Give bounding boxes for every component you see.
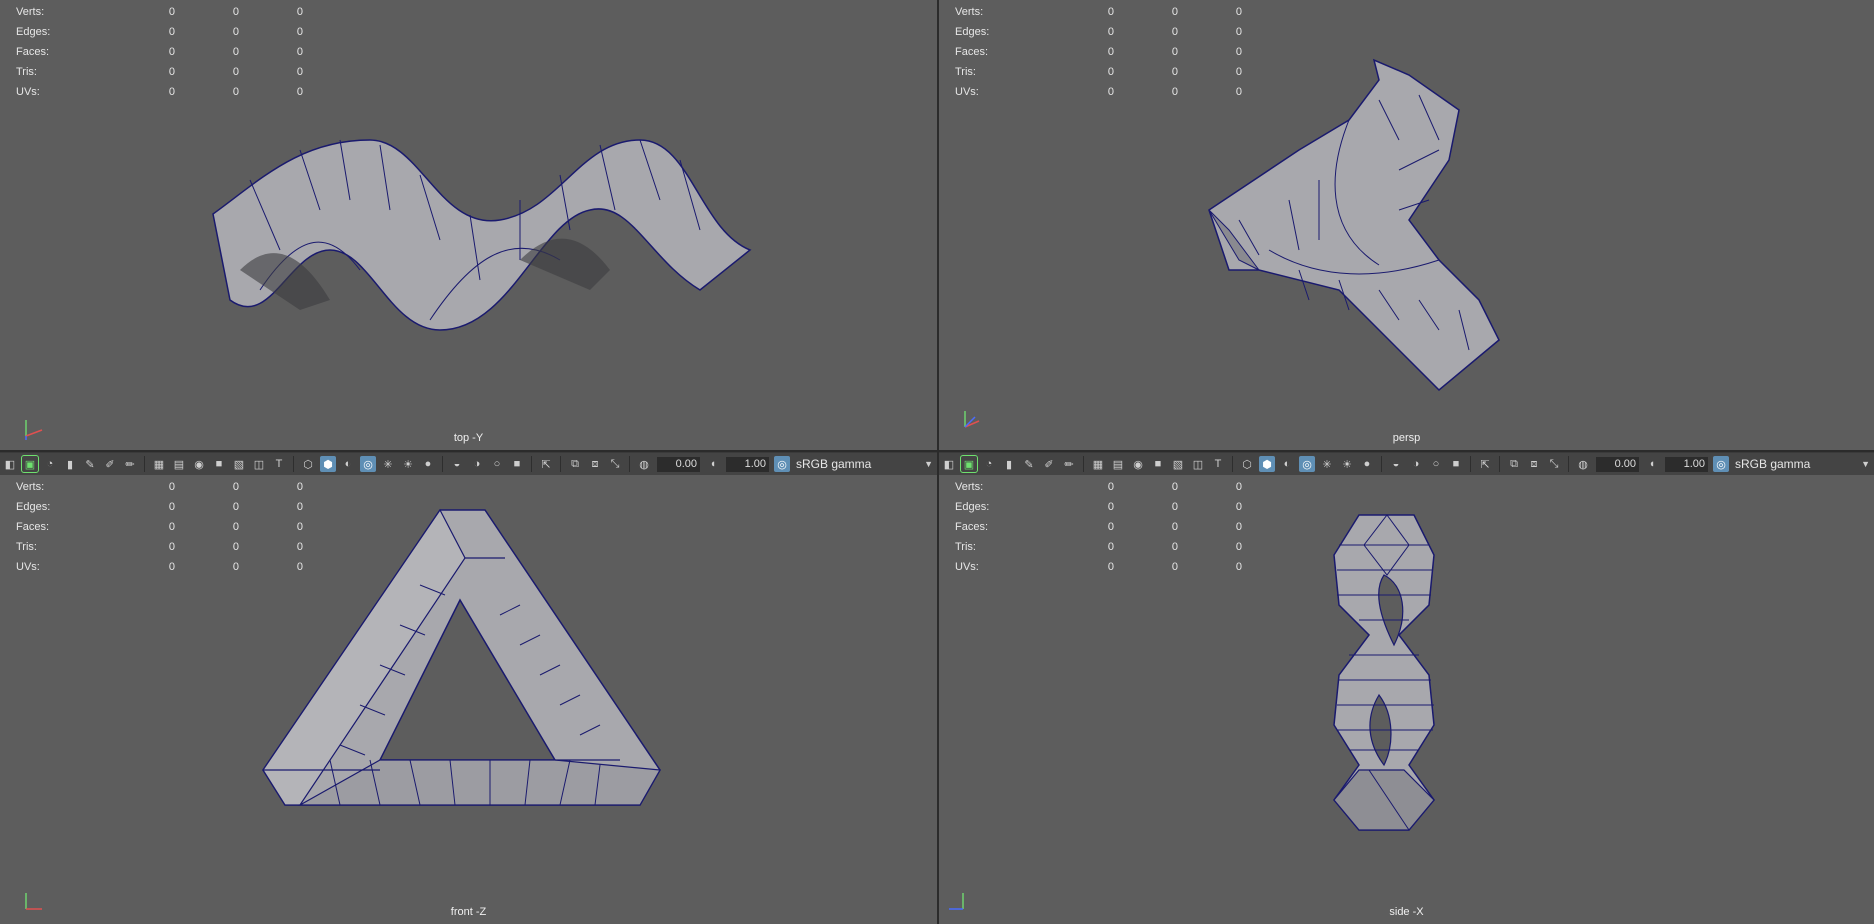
exposure-field[interactable]: 0.00 <box>657 456 700 472</box>
camera-name-label: front -Z <box>450 906 487 918</box>
viewport-toolbar-right: ◧ ▣ ◔ ▮ ✎ ✐ ✏ ▦ ▤ ◉ ■ ▧ ◫ T ⬡ ⬢ ◐ ◎ ✳ ☀ … <box>939 452 1874 476</box>
wireframe-on-shaded-icon[interactable]: ◎ <box>1299 456 1315 472</box>
gamma-icon[interactable]: ◖ <box>705 456 721 472</box>
pen-icon[interactable]: ✎ <box>82 456 98 472</box>
colorspace-dropdown[interactable]: sRGB gamma <box>1735 457 1861 471</box>
frame-icon[interactable]: ⤡ <box>607 456 623 472</box>
lighting-icon[interactable]: ☀ <box>1339 456 1355 472</box>
isolate-select-icon[interactable]: ⇱ <box>538 456 554 472</box>
camera-name-label: top -Y <box>453 432 484 444</box>
anti-aliasing-icon[interactable]: ○ <box>489 456 505 472</box>
bookmark-icon[interactable]: ▮ <box>1001 456 1017 472</box>
colorspace-icon[interactable]: ◎ <box>774 456 790 472</box>
shadows-icon[interactable]: ● <box>1359 456 1375 472</box>
viewport-side[interactable]: Verts: 0 0 0 Edges: 0 0 0 Faces: 0 0 0 Tris: 0 0 0 U… <box>939 475 1874 924</box>
brush-icon[interactable]: ✐ <box>102 456 118 472</box>
viewport-toolbar-left: ◧ ▣ ◔ ▮ ✎ ✐ ✏ ▦ ▤ ◉ ■ ▧ ◫ T ⬡ ⬢ ◐ ◎ ✳ ☀ … <box>0 452 937 476</box>
xray-joints-icon[interactable]: ⧉ <box>1506 456 1522 472</box>
bookmark-icon[interactable]: ▮ <box>62 456 78 472</box>
exposure-icon[interactable]: ◍ <box>636 456 652 472</box>
shadows-icon[interactable]: ● <box>420 456 436 472</box>
shaded-icon[interactable]: ⬢ <box>1259 456 1275 472</box>
ambient-occlusion-icon[interactable]: ◒ <box>449 456 465 472</box>
camera-icon[interactable]: ◧ <box>941 456 957 472</box>
isolate-select-icon[interactable]: ⇱ <box>1477 456 1493 472</box>
xray-icon[interactable]: ✳ <box>380 456 396 472</box>
shaded-icon[interactable]: ⬢ <box>320 456 336 472</box>
viewport-persp[interactable]: Verts: 0 0 0 Edges: 0 0 0 Faces: 0 0 0 Tris: 0 0 0 U… <box>939 0 1874 450</box>
xray-active-icon[interactable]: ⧈ <box>1526 456 1542 472</box>
xray-icon[interactable]: ✳ <box>1319 456 1335 472</box>
resolution-gate-icon[interactable]: ◉ <box>191 456 207 472</box>
lighting-icon[interactable]: ☀ <box>400 456 416 472</box>
exposure-icon[interactable]: ◍ <box>1575 456 1591 472</box>
twisted-figure-eight-mesh[interactable] <box>939 475 1874 924</box>
viewport-top[interactable]: Verts: 0 0 0 Edges: 0 0 0 Faces: 0 0 0 Tris: 0 0 0 U… <box>0 0 937 450</box>
twisted-loop-mesh[interactable] <box>939 0 1874 450</box>
brush-icon[interactable]: ✐ <box>1041 456 1057 472</box>
gate-mask-icon[interactable]: ■ <box>211 456 227 472</box>
safe-title-icon[interactable]: T <box>271 456 287 472</box>
xray-active-icon[interactable]: ⧈ <box>587 456 603 472</box>
wireframe-on-shaded-icon[interactable]: ◎ <box>360 456 376 472</box>
resolution-gate-icon[interactable]: ◉ <box>1130 456 1146 472</box>
textured-icon[interactable]: ◐ <box>340 456 356 472</box>
textured-icon[interactable]: ◐ <box>1279 456 1295 472</box>
camera-name-label: side -X <box>1389 906 1424 918</box>
depth-of-field-icon[interactable]: ■ <box>509 456 525 472</box>
penrose-triangle-mesh[interactable] <box>0 475 937 924</box>
pencil-icon[interactable]: ✏ <box>122 456 138 472</box>
field-chart-icon[interactable]: ▧ <box>1170 456 1186 472</box>
colorspace-dropdown[interactable]: sRGB gamma <box>796 457 924 471</box>
field-chart-icon[interactable]: ▧ <box>231 456 247 472</box>
safe-action-icon[interactable]: ◫ <box>1190 456 1206 472</box>
grid-icon[interactable]: ▦ <box>151 456 167 472</box>
camera-icon[interactable]: ◧ <box>2 456 18 472</box>
frame-icon[interactable]: ⤡ <box>1546 456 1562 472</box>
lock-camera-icon[interactable]: ◔ <box>42 456 58 472</box>
select-camera-icon[interactable]: ▣ <box>21 455 39 473</box>
lock-camera-icon[interactable]: ◔ <box>981 456 997 472</box>
viewport-front[interactable]: Verts: 0 0 0 Edges: 0 0 0 Faces: 0 0 0 Tris: 0 0 0 U… <box>0 475 937 924</box>
xray-joints-icon[interactable]: ⧉ <box>567 456 583 472</box>
anti-aliasing-icon[interactable]: ○ <box>1428 456 1444 472</box>
ambient-occlusion-icon[interactable]: ◒ <box>1388 456 1404 472</box>
colorspace-icon[interactable]: ◎ <box>1713 456 1729 472</box>
grid-icon[interactable]: ▦ <box>1090 456 1106 472</box>
film-gate-icon[interactable]: ▤ <box>1110 456 1126 472</box>
chevron-down-icon[interactable]: ▼ <box>1861 459 1870 469</box>
gate-mask-icon[interactable]: ■ <box>1150 456 1166 472</box>
film-gate-icon[interactable]: ▤ <box>171 456 187 472</box>
select-camera-icon[interactable]: ▣ <box>960 455 978 473</box>
gamma-icon[interactable]: ◖ <box>1644 456 1660 472</box>
pen-icon[interactable]: ✎ <box>1021 456 1037 472</box>
motion-blur-icon[interactable]: ◑ <box>1408 456 1424 472</box>
gamma-field[interactable]: 1.00 <box>1665 456 1708 472</box>
camera-name-label: persp <box>1392 432 1421 444</box>
safe-title-icon[interactable]: T <box>1210 456 1226 472</box>
axis-gizmo-icon <box>964 411 980 428</box>
exposure-field[interactable]: 0.00 <box>1596 456 1639 472</box>
wireframe-icon[interactable]: ⬡ <box>1239 456 1255 472</box>
motion-blur-icon[interactable]: ◑ <box>469 456 485 472</box>
gamma-field[interactable]: 1.00 <box>726 456 769 472</box>
chevron-down-icon[interactable]: ▼ <box>924 459 933 469</box>
pencil-icon[interactable]: ✏ <box>1061 456 1077 472</box>
wavy-band-mesh[interactable] <box>0 0 937 450</box>
wireframe-icon[interactable]: ⬡ <box>300 456 316 472</box>
safe-action-icon[interactable]: ◫ <box>251 456 267 472</box>
depth-of-field-icon[interactable]: ■ <box>1448 456 1464 472</box>
